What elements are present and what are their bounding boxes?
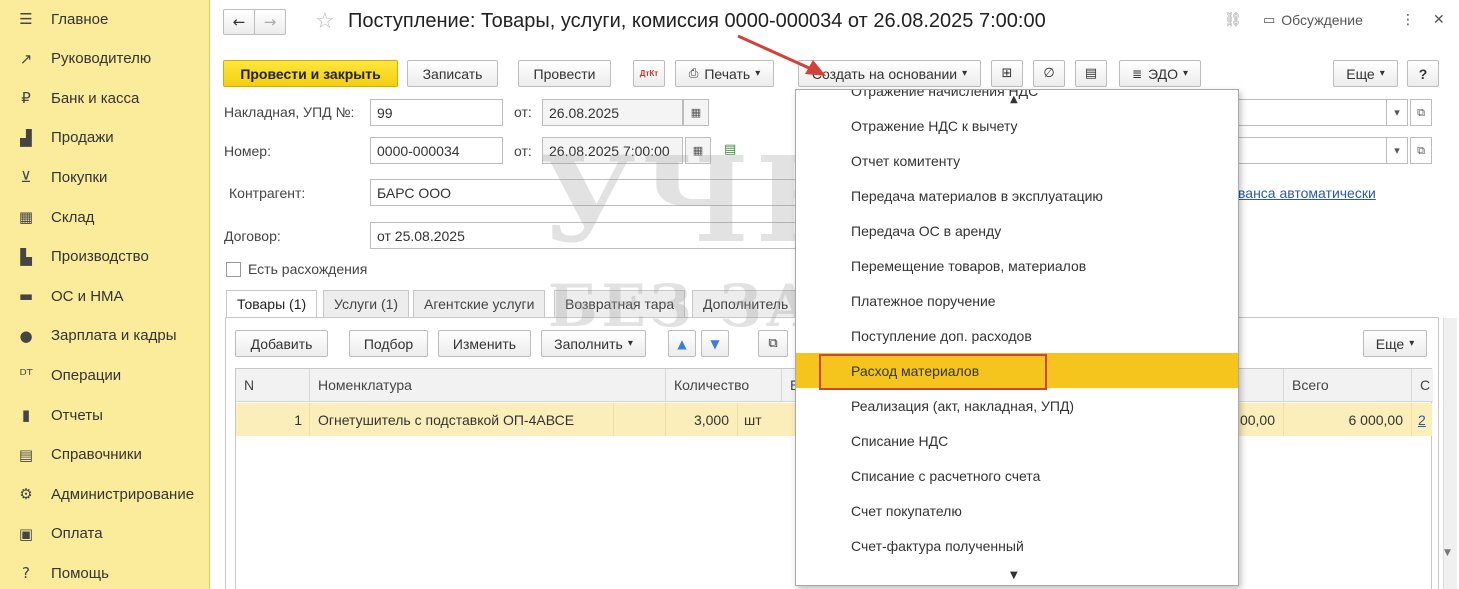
annotation-arrow (737, 34, 826, 76)
